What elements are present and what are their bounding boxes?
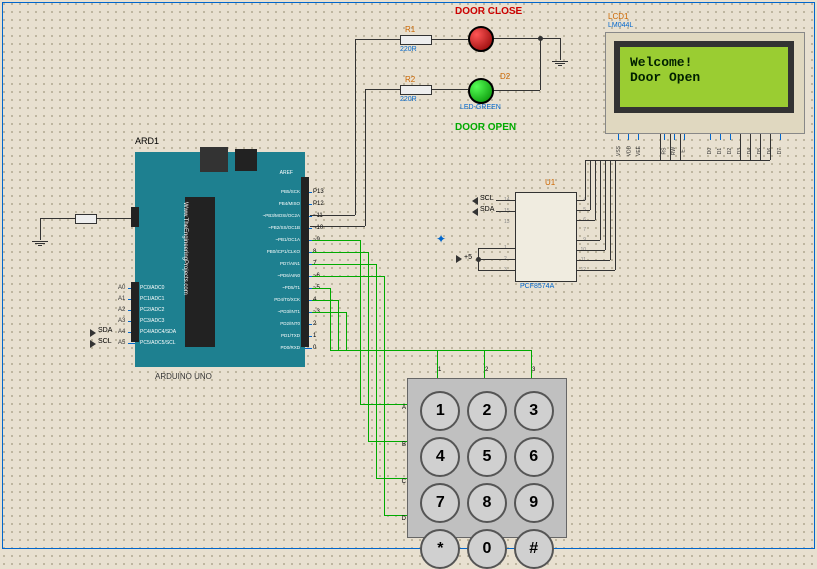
- pcf-ref: U1: [545, 178, 555, 187]
- led-green[interactable]: [468, 78, 494, 104]
- r2-ref: R2: [405, 75, 415, 84]
- keypad-key-5[interactable]: 5: [467, 437, 507, 477]
- led-red[interactable]: [468, 26, 494, 52]
- resistor-r1: [400, 35, 432, 45]
- lcd-pin-RS: RS: [660, 132, 668, 154]
- lcd-line2: Door Open: [630, 70, 778, 85]
- keypad-key-1[interactable]: 1: [420, 391, 460, 431]
- lcd-pin-VSS: VSS: [614, 132, 622, 154]
- mcu-chip: [185, 197, 215, 347]
- net-sda: SDA: [480, 206, 494, 213]
- reset-pullup: [75, 214, 97, 224]
- lcd-pin-D1: D1: [716, 132, 724, 154]
- lcd-pin-RW: RW: [670, 132, 678, 154]
- keypad-key-2[interactable]: 2: [467, 391, 507, 431]
- lcd-pin-VEE: VEE: [634, 132, 642, 154]
- arduino-pin-A5: A5: [118, 340, 125, 346]
- keypad-rowA: A: [392, 405, 406, 411]
- arduino-pin-dP12: P12: [313, 201, 324, 207]
- keypad-key-3[interactable]: 3: [514, 391, 554, 431]
- arduino-pin-d11: ~11: [313, 213, 323, 219]
- door-close-label: DOOR CLOSE: [455, 6, 522, 17]
- keypad-col3: 3: [532, 367, 535, 373]
- keypad-key-0[interactable]: 0: [467, 529, 507, 569]
- keypad-rowC: C: [392, 479, 406, 485]
- lcd-pin-D2: D2: [726, 132, 734, 154]
- lcd-pin-VDD: VDD: [624, 132, 632, 154]
- keypad-key-8[interactable]: 8: [467, 483, 507, 523]
- arduino-value: ARDUINO UNO: [155, 372, 212, 381]
- dc-jack: [235, 149, 257, 171]
- pcf-chip: [515, 192, 577, 282]
- keypad-rowD: D: [392, 516, 406, 522]
- lcd-value: LM044L: [608, 22, 633, 29]
- keypad-col2: 2: [485, 367, 488, 373]
- r1-ref: R1: [405, 25, 415, 34]
- d2-ref: D2: [500, 72, 510, 81]
- arduino-pin-A0: A0: [118, 285, 125, 291]
- pcf-value: PCF8574A: [520, 283, 554, 290]
- lcd-line1: Welcome!: [630, 55, 778, 70]
- lcd-pin-D0: D0: [706, 132, 714, 154]
- keypad-key-9[interactable]: 9: [514, 483, 554, 523]
- center-marker: ✦: [436, 232, 446, 246]
- keypad-col1: 1: [438, 367, 441, 373]
- mcu-label: Www.TheEngineeringProjects.com: [182, 202, 188, 342]
- keypad-key-*[interactable]: *: [420, 529, 460, 569]
- lcd-pin-D7: D7: [776, 132, 784, 154]
- arduino-pin-A4: A4: [118, 329, 125, 335]
- keypad-key-7[interactable]: 7: [420, 483, 460, 523]
- lcd-module: Welcome! Door Open: [605, 32, 805, 134]
- arduino-pin-A3: A3: [118, 318, 125, 324]
- keypad: 1 2 3 A B C D 123456789*0#: [407, 378, 567, 538]
- lcd-screen: Welcome! Door Open: [614, 41, 794, 113]
- lcd-pin-E: E: [680, 132, 688, 154]
- arduino-pin-A2: A2: [118, 307, 125, 313]
- arduino-pin-d1: 1: [313, 333, 316, 339]
- ground-symbol-arduino: [32, 240, 48, 252]
- keypad-key-6[interactable]: 6: [514, 437, 554, 477]
- arduino-ref: ARD1: [135, 136, 159, 146]
- lcd-ref: LCD1: [608, 12, 628, 21]
- ground-symbol-leds: [552, 60, 568, 72]
- net-vdd: +5: [464, 254, 472, 261]
- arduino-pin-d2: 2: [313, 321, 316, 327]
- net-scl: SCL: [480, 195, 494, 202]
- arduino-net-scl: SCL: [98, 338, 112, 345]
- arduino-pin-dP13: P13: [313, 189, 324, 195]
- r2-value: 220R: [400, 96, 417, 103]
- arduino-pin-A1: A1: [118, 296, 125, 302]
- r1-value: 220R: [400, 46, 417, 53]
- keypad-key-#[interactable]: #: [514, 529, 554, 569]
- keypad-rowB: B: [392, 442, 406, 448]
- arduino-net-sda: SDA: [98, 327, 112, 334]
- aref-label: AREF: [280, 170, 293, 176]
- door-open-label: DOOR OPEN: [455, 122, 516, 133]
- d2-value: LED-GREEN: [460, 104, 501, 111]
- usb-connector: [200, 147, 228, 172]
- lcd-pins: VSSVDDVEERSRWED0D1D2D3D4D5D6D7: [614, 132, 794, 162]
- keypad-key-4[interactable]: 4: [420, 437, 460, 477]
- arduino-pin-d0: 0: [313, 345, 316, 351]
- resistor-r2: [400, 85, 432, 95]
